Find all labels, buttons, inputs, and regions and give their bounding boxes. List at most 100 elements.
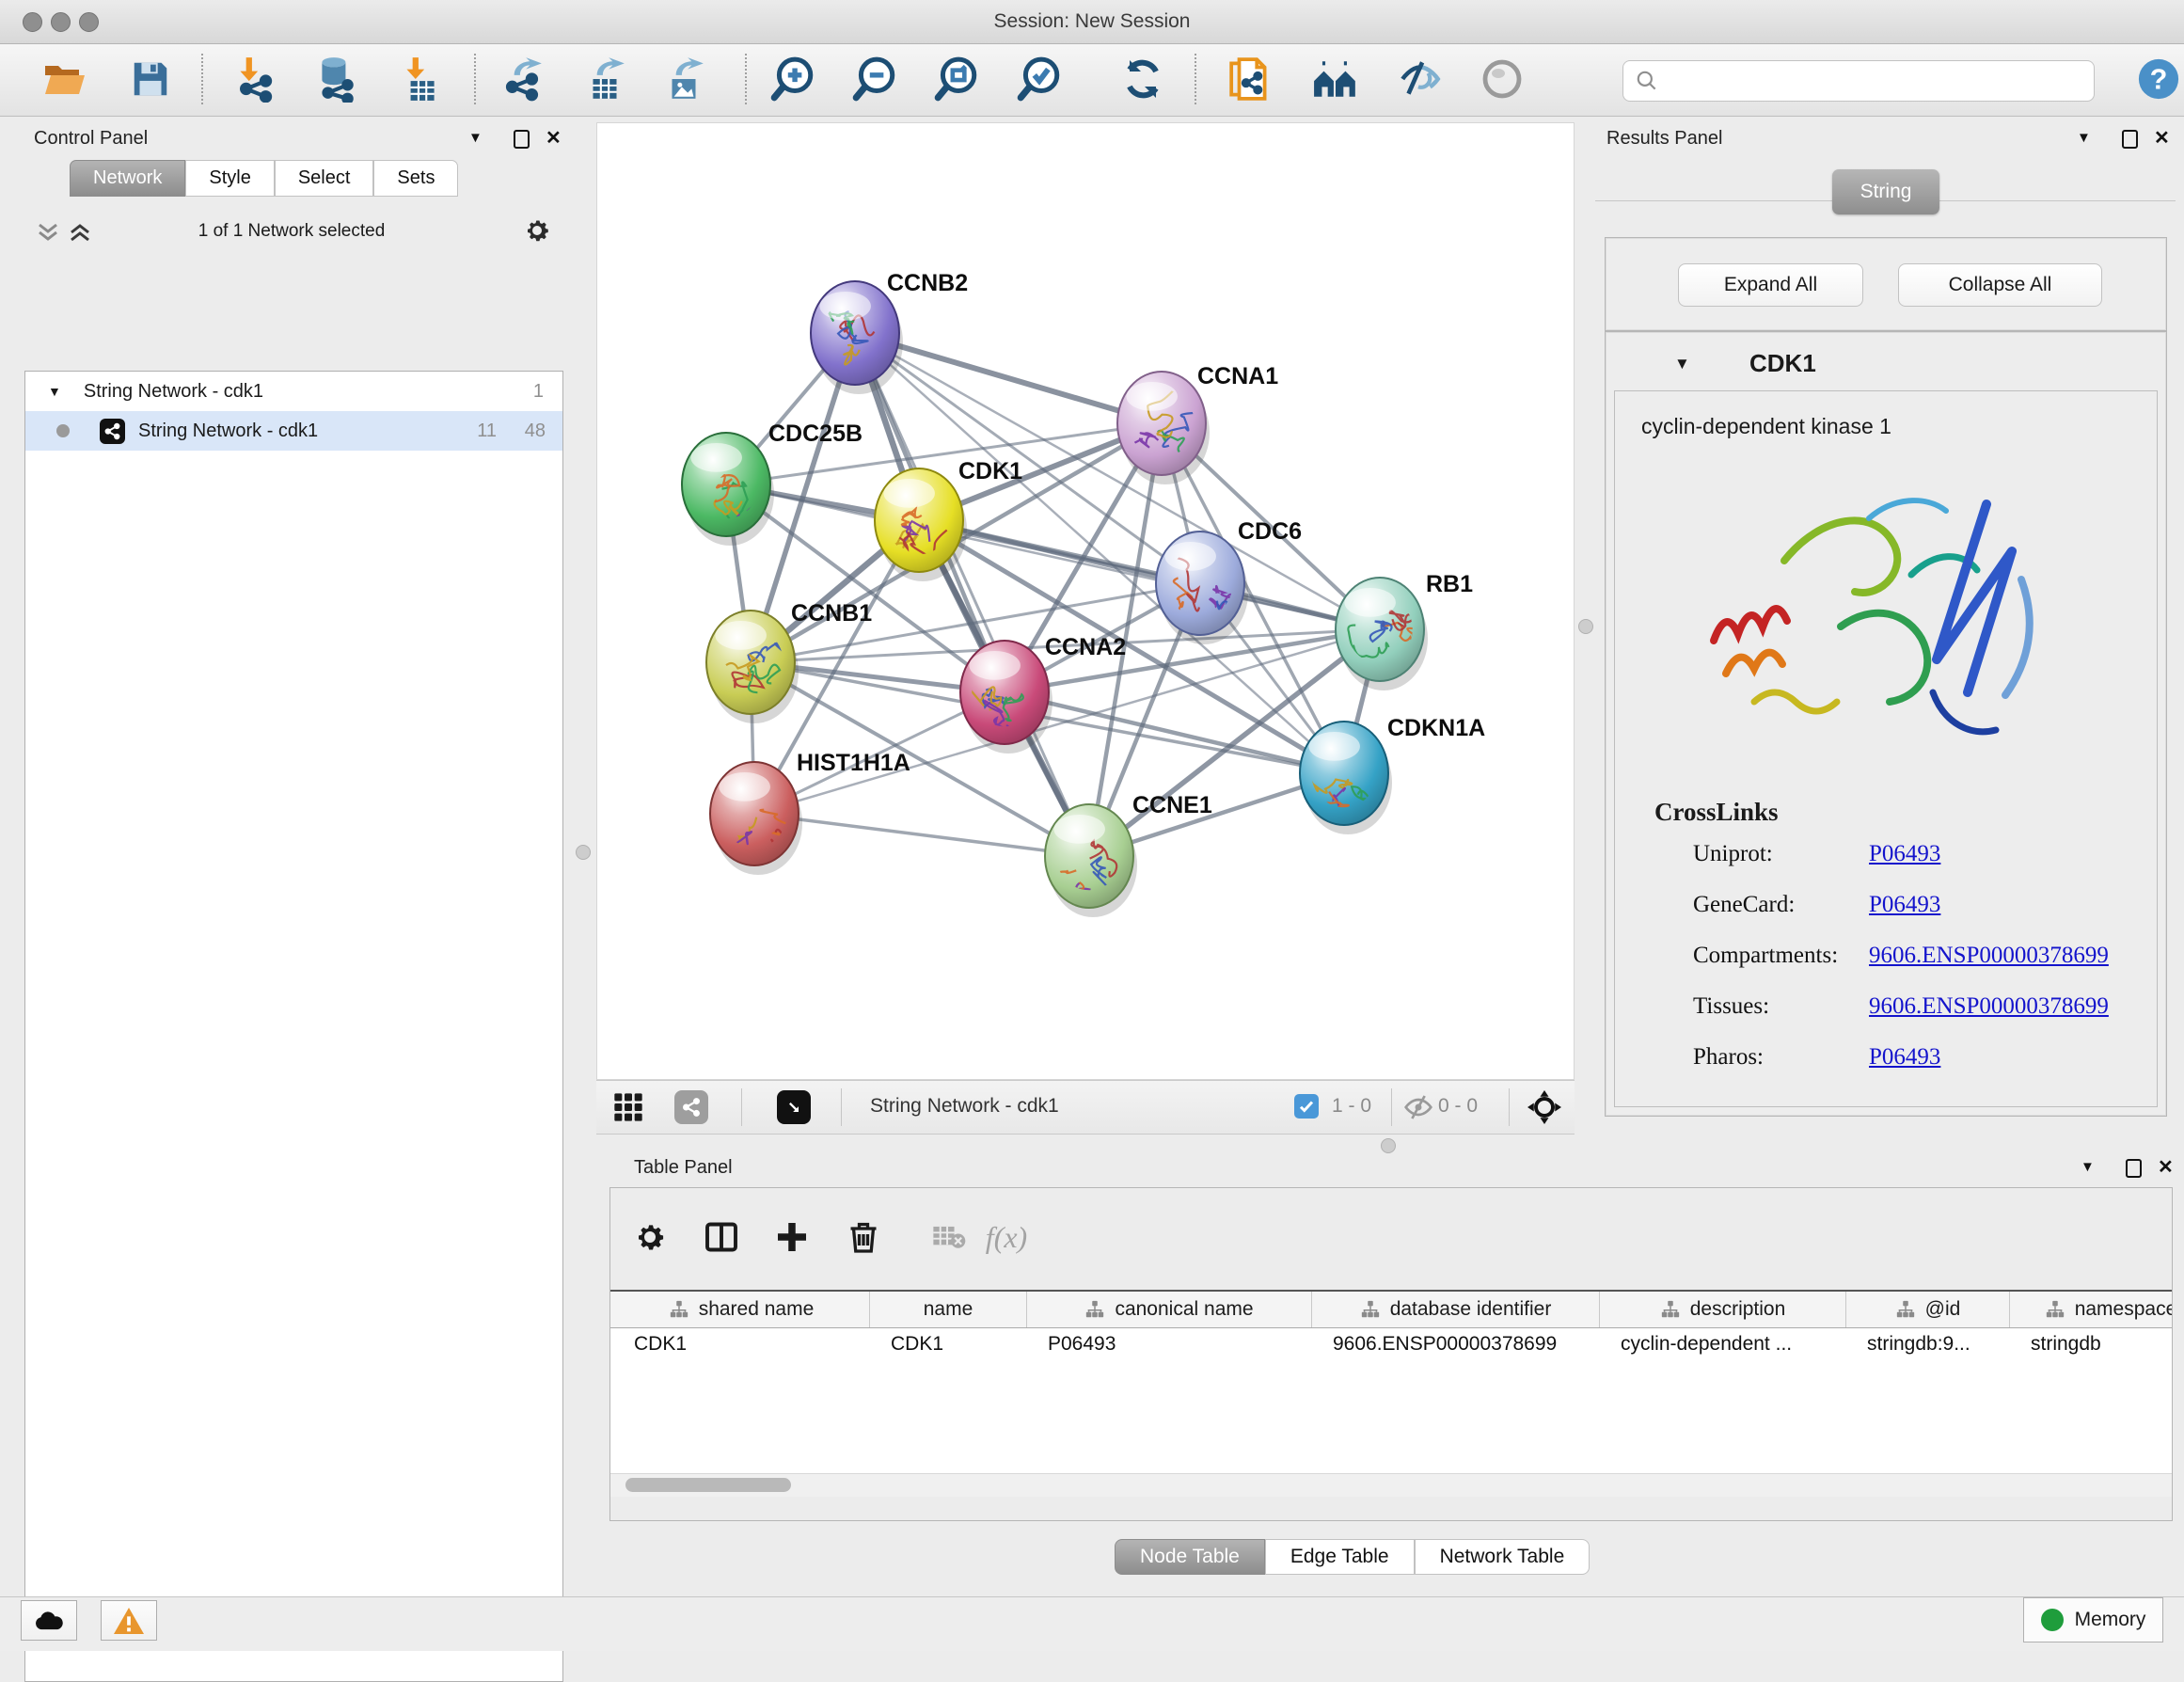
table-cell[interactable]: CDK1 xyxy=(891,1333,943,1356)
pan-crosshair-icon[interactable] xyxy=(1527,1090,1561,1124)
graph-node-CDK1[interactable]: CDK1 xyxy=(875,458,1022,581)
crosslink-row: Uniprot:P06493 xyxy=(1615,841,2157,892)
open-in-window-icon[interactable] xyxy=(777,1090,811,1124)
export-table-button[interactable] xyxy=(578,51,632,107)
search-input[interactable] xyxy=(1667,70,2094,93)
graph-node-CCNB1[interactable]: CCNB1 xyxy=(706,600,872,723)
control-panel-maximize-icon[interactable] xyxy=(514,130,530,149)
control-panel-close-icon[interactable]: ✕ xyxy=(546,126,562,150)
column-header-name[interactable]: name xyxy=(870,1292,1027,1327)
memory-button[interactable]: Memory xyxy=(2023,1597,2163,1642)
column-header--id[interactable]: @id xyxy=(1846,1292,2010,1327)
status-bar: Memory xyxy=(0,1596,2184,1651)
import-network-database-button[interactable] xyxy=(309,51,363,107)
toolbar-separator xyxy=(201,54,203,104)
import-network-file-button[interactable] xyxy=(227,51,281,107)
graph-node-CCNA2[interactable]: CCNA2 xyxy=(960,634,1126,754)
tab-edge-table[interactable]: Edge Table xyxy=(1265,1539,1415,1575)
graph-node-CCNE1[interactable]: CCNE1 xyxy=(1045,792,1212,917)
network-options-gear-icon[interactable] xyxy=(523,216,551,245)
stringify-button[interactable] xyxy=(1308,51,1363,107)
results-panel-close-icon[interactable]: ✕ xyxy=(2154,126,2170,150)
collapse-all-button[interactable]: Collapse All xyxy=(1898,263,2102,307)
tab-network[interactable]: Network xyxy=(70,160,185,197)
network-collection-row[interactable]: ▼ String Network - cdk1 1 xyxy=(25,372,562,411)
zoom-selected-button[interactable] xyxy=(1012,51,1067,107)
control-panel-float-icon[interactable]: ▼ xyxy=(468,130,483,146)
show-graphics-button[interactable] xyxy=(1475,51,1529,107)
table-panel-close-icon[interactable]: ✕ xyxy=(2158,1155,2174,1179)
create-column-button[interactable] xyxy=(768,1213,816,1262)
table-cell[interactable]: 9606.ENSP00000378699 xyxy=(1333,1333,1557,1356)
results-panel-float-icon[interactable]: ▼ xyxy=(2077,130,2091,146)
column-header-namespace[interactable]: namespace xyxy=(2010,1292,2172,1327)
export-network-button[interactable] xyxy=(495,51,549,107)
expand-all-button[interactable]: Expand All xyxy=(1678,263,1863,307)
column-header-canonical-name[interactable]: canonical name xyxy=(1027,1292,1312,1327)
zoom-out-button[interactable] xyxy=(847,51,902,107)
crosslink-link-pharos[interactable]: P06493 xyxy=(1869,1044,1940,1070)
table-panel-maximize-icon[interactable] xyxy=(2126,1159,2142,1178)
graph-node-CDKN1A[interactable]: CDKN1A xyxy=(1300,715,1485,836)
graph-node-CCNA1[interactable]: CCNA1 xyxy=(1117,363,1278,484)
graph-node-CDC6[interactable]: CDC6 xyxy=(1156,518,1302,644)
table-cell[interactable]: stringdb xyxy=(2031,1333,2101,1356)
expand-all-chevron-icon[interactable] xyxy=(68,222,92,243)
birdseye-grid-icon[interactable] xyxy=(613,1092,643,1127)
results-panel-maximize-icon[interactable] xyxy=(2122,130,2138,149)
results-tab-string[interactable]: String xyxy=(1832,169,1939,214)
scrollbar-thumb[interactable] xyxy=(625,1478,791,1492)
warning-status-button[interactable] xyxy=(101,1600,157,1641)
table-settings-button[interactable] xyxy=(625,1213,674,1262)
column-header-shared-name[interactable]: shared name xyxy=(613,1292,870,1327)
tab-select[interactable]: Select xyxy=(275,160,374,197)
tab-network-table[interactable]: Network Table xyxy=(1415,1539,1591,1575)
cloud-status-button[interactable] xyxy=(21,1600,77,1641)
column-header-description[interactable]: description xyxy=(1600,1292,1846,1327)
graph-edge-CCNB2-CCNE1[interactable] xyxy=(855,333,1089,856)
tab-style[interactable]: Style xyxy=(185,160,274,197)
crosslink-link-genecard[interactable]: P06493 xyxy=(1869,892,1940,917)
tab-node-table[interactable]: Node Table xyxy=(1115,1539,1265,1575)
gene-section: ▼ CDK1 cyclin-dependent kinase 1 CrossLi… xyxy=(1605,331,2167,1117)
zoom-fit-button[interactable] xyxy=(929,51,984,107)
collection-expand-triangle[interactable]: ▼ xyxy=(48,384,61,399)
crosslink-link-uniprot[interactable]: P06493 xyxy=(1869,841,1940,866)
network-selection-status: 1 of 1 Network selected xyxy=(118,221,466,242)
table-cell[interactable]: CDK1 xyxy=(634,1333,687,1356)
left-splitter-handle[interactable] xyxy=(576,845,591,860)
network-view-canvas[interactable]: CCNB2 CCNA1 CDC25BCDK1 CDC6 RB1 CCNB1 CCNA2 CDK… xyxy=(596,122,1575,1080)
network-row[interactable]: String Network - cdk1 11 48 xyxy=(25,411,562,451)
right-splitter-handle[interactable] xyxy=(1578,619,1593,634)
table-cell[interactable]: P06493 xyxy=(1048,1333,1116,1356)
table-horizontal-scrollbar[interactable] xyxy=(610,1473,2172,1497)
crosslink-link-tissues[interactable]: 9606.ENSP00000378699 xyxy=(1869,993,2109,1019)
graph-node-RB1[interactable]: RB1 xyxy=(1336,571,1473,690)
tab-sets[interactable]: Sets xyxy=(373,160,458,197)
graph-node-HIST1H1A[interactable]: HIST1H1A xyxy=(710,750,910,880)
clone-network-button[interactable] xyxy=(1224,51,1278,107)
apply-layout-button[interactable] xyxy=(1116,51,1170,107)
export-image-button[interactable] xyxy=(657,51,711,107)
show-columns-button[interactable] xyxy=(697,1213,746,1262)
graph-edge-HIST1H1A-CCNE1[interactable] xyxy=(754,814,1089,856)
delete-column-button[interactable] xyxy=(839,1213,888,1262)
enhance-labels-button[interactable] xyxy=(1393,51,1448,107)
table-cell[interactable]: stringdb:9... xyxy=(1867,1333,1970,1356)
string-overlay-icon[interactable] xyxy=(674,1090,708,1124)
open-session-button[interactable] xyxy=(37,51,91,107)
zoom-in-button[interactable] xyxy=(766,51,820,107)
table-panel-float-icon[interactable]: ▼ xyxy=(2081,1159,2095,1175)
column-header-database-identifier[interactable]: database identifier xyxy=(1312,1292,1600,1327)
graph-node-CCNB2[interactable]: CCNB2 xyxy=(811,270,968,394)
save-session-button[interactable] xyxy=(123,51,178,107)
collapse-all-chevron-icon[interactable] xyxy=(36,222,60,243)
houses-icon xyxy=(1312,56,1359,103)
selected-checkbox-icon[interactable] xyxy=(1294,1094,1319,1119)
graph-node-CDC25B[interactable]: CDC25B xyxy=(682,420,863,546)
gene-expand-triangle[interactable]: ▼ xyxy=(1674,355,1690,373)
table-cell[interactable]: cyclin-dependent ... xyxy=(1621,1333,1792,1356)
help-button[interactable]: ? xyxy=(2131,51,2184,107)
import-table-button[interactable] xyxy=(393,51,448,107)
crosslink-link-compartments[interactable]: 9606.ENSP00000378699 xyxy=(1869,943,2109,968)
